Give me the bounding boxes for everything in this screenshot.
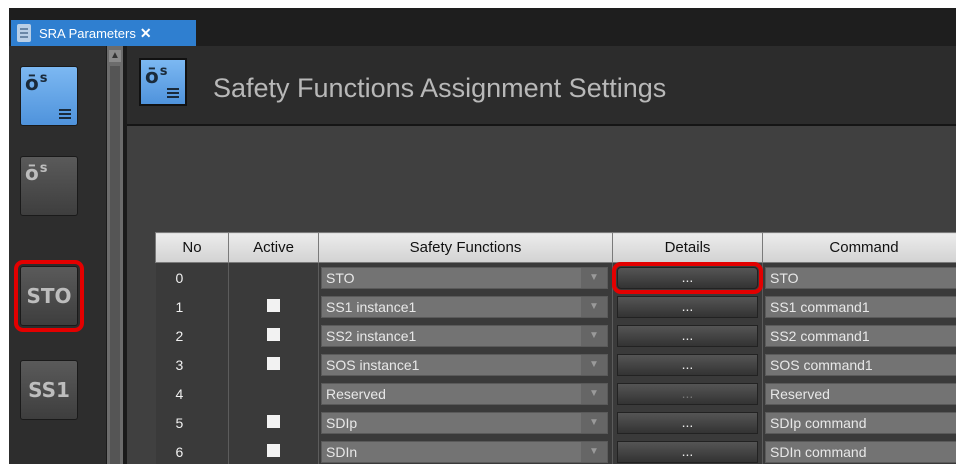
safety-function-select[interactable]: SOS instance1 ▼ — [321, 353, 608, 376]
select-value: SS2 instance1 — [326, 327, 417, 344]
tab-label: SRA Parameters — [39, 25, 136, 41]
command-field[interactable]: SDIp command — [765, 411, 956, 434]
row-no: 1 — [155, 292, 229, 321]
table-row: 3 SOS instance1 ▼ ... SOS command1 — [155, 350, 956, 379]
column-header-safety-functions: Safety Functions — [318, 232, 613, 263]
row-no: 2 — [155, 321, 229, 350]
chevron-down-icon[interactable]: ▼ — [581, 325, 607, 346]
main-panel: ōs Safety Functions Assignment Settings … — [127, 46, 956, 464]
sto-button-label: STO — [26, 284, 72, 308]
row-active-cell — [228, 262, 319, 292]
select-value: Reserved — [326, 385, 386, 402]
vertical-scrollbar[interactable]: ▲ — [107, 46, 123, 464]
safety-settings-icon: ōs — [139, 58, 187, 106]
safety-settings-icon: ōs — [25, 71, 49, 95]
row-no: 6 — [155, 437, 229, 464]
column-header-command: Command — [762, 232, 956, 263]
table-row: 2 SS2 instance1 ▼ ... SS2 command1 — [155, 321, 956, 350]
select-value: SS1 instance1 — [326, 298, 417, 315]
column-header-no: No — [155, 232, 229, 263]
safety-wrench-icon: ōs — [25, 161, 49, 185]
details-button[interactable]: ... — [617, 295, 758, 318]
table-row: 5 SDIp ▼ ... SDIp command — [155, 408, 956, 437]
column-header-details: Details — [612, 232, 763, 263]
chevron-down-icon[interactable]: ▼ — [581, 441, 607, 462]
safety-functions-table: No Active Safety Functions Details Comma… — [155, 232, 956, 464]
safety-function-select[interactable]: SDIn ▼ — [321, 440, 608, 463]
safety-settings-button[interactable]: ōs — [20, 66, 78, 126]
tab-sra-parameters[interactable]: SRA Parameters ✕ — [11, 20, 196, 46]
details-button[interactable]: ... — [617, 353, 758, 376]
chevron-down-icon[interactable]: ▼ — [581, 267, 607, 288]
chevron-down-icon[interactable]: ▼ — [581, 354, 607, 375]
safety-function-select[interactable]: SS1 instance1 ▼ — [321, 295, 608, 318]
row-no: 5 — [155, 408, 229, 437]
header: ōs Safety Functions Assignment Settings — [127, 46, 956, 126]
safety-function-select[interactable]: Reserved ▼ — [321, 382, 608, 405]
table-row: 0 STO ▼ ... STO — [155, 261, 956, 294]
details-button[interactable]: ... — [617, 324, 758, 347]
column-header-active: Active — [228, 232, 319, 263]
safety-function-select[interactable]: SDIp ▼ — [321, 411, 608, 434]
document-icon — [17, 24, 31, 42]
details-button[interactable]: ... — [617, 440, 758, 463]
details-button[interactable]: ... — [617, 411, 758, 434]
select-value: SOS instance1 — [326, 356, 420, 373]
window: SRA Parameters ✕ ōs ōs STO SS1 ▲ ōs Safe… — [9, 8, 956, 464]
row-active-cell — [228, 379, 319, 408]
table-row: 4 Reserved ▼ ... Reserved — [155, 379, 956, 408]
chevron-down-icon[interactable]: ▼ — [581, 296, 607, 317]
command-field[interactable]: STO — [765, 266, 956, 289]
chevron-down-icon[interactable]: ▼ — [581, 412, 607, 433]
row-no: 3 — [155, 350, 229, 379]
tab-strip: SRA Parameters ✕ — [9, 8, 956, 46]
safety-function-select[interactable]: STO ▼ — [321, 266, 608, 289]
select-value: STO — [326, 269, 355, 286]
safety-function-select[interactable]: SS2 instance1 ▼ — [321, 324, 608, 347]
list-lines-icon — [59, 117, 71, 119]
table-row: 1 SS1 instance1 ▼ ... SS1 command1 — [155, 292, 956, 321]
command-field[interactable]: SS1 command1 — [765, 295, 956, 318]
safety-wrench-button[interactable]: ōs — [20, 156, 78, 216]
page-title: Safety Functions Assignment Settings — [213, 73, 667, 103]
details-button[interactable]: ... — [612, 261, 763, 294]
table-row: 6 SDIn ▼ ... SDIn command — [155, 437, 956, 464]
scroll-track[interactable] — [110, 66, 120, 464]
command-field[interactable]: SOS command1 — [765, 353, 956, 376]
select-value: SDIp — [326, 414, 358, 431]
close-icon[interactable]: ✕ — [140, 25, 152, 42]
active-checkbox[interactable] — [267, 356, 280, 370]
command-field[interactable]: Reserved — [765, 382, 956, 405]
left-toolbar: ōs ōs STO SS1 — [9, 46, 106, 464]
command-field[interactable]: SS2 command1 — [765, 324, 956, 347]
active-checkbox[interactable] — [267, 327, 280, 341]
active-checkbox[interactable] — [267, 443, 280, 457]
sto-button[interactable]: STO — [14, 260, 84, 332]
scroll-up-icon[interactable]: ▲ — [109, 50, 121, 62]
ss1-button[interactable]: SS1 — [20, 360, 78, 420]
select-value: SDIn — [326, 443, 358, 460]
details-button[interactable]: ... — [617, 382, 758, 405]
ss1-button-label: SS1 — [28, 378, 70, 402]
active-checkbox[interactable] — [267, 414, 280, 428]
table-header-row: No Active Safety Functions Details Comma… — [155, 232, 956, 263]
active-checkbox[interactable] — [267, 298, 280, 312]
row-no: 4 — [155, 379, 229, 408]
row-no: 0 — [155, 262, 229, 292]
command-field[interactable]: SDIn command — [765, 440, 956, 463]
chevron-down-icon[interactable]: ▼ — [581, 383, 607, 404]
